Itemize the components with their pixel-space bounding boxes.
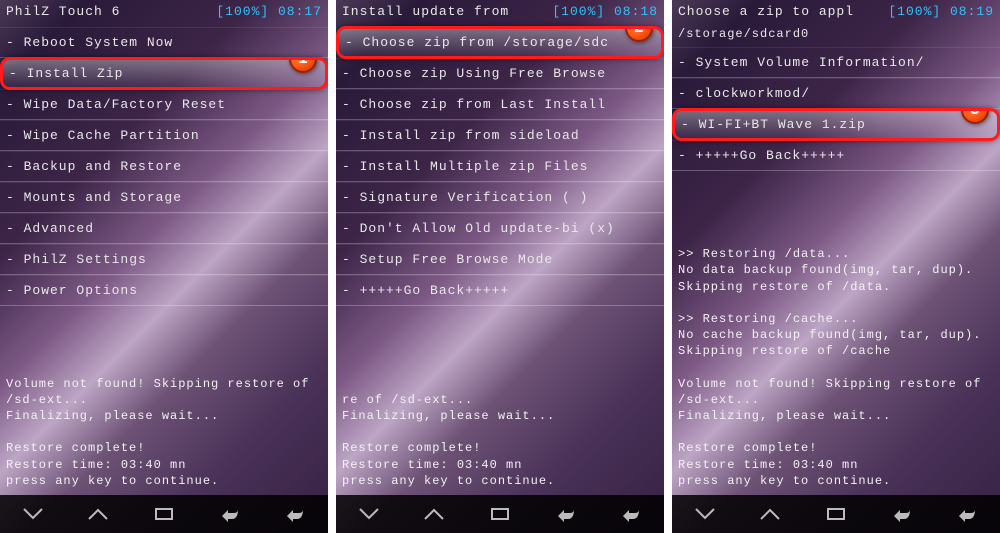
menu-item-label: - Install Zip [9,66,123,81]
screen-3: Choose a zip to appl [100%] 08:19 /stora… [672,0,1000,533]
screen-2: Install update from [100%] 08:18 2 - Cho… [336,0,664,533]
menu-item-wipe-data[interactable]: - Wipe Data/Factory Reset [0,89,328,120]
menu-item-free-browse[interactable]: - Choose zip Using Free Browse [336,58,664,89]
menu-item-power[interactable]: - Power Options [0,275,328,306]
step-badge-1: 1 [289,57,317,73]
console-log: Volume not found! Skipping restore of /s… [0,306,328,495]
menu-item-label: - WI-FI+BT Wave 1.zip [681,117,866,132]
nav-select-icon[interactable] [820,503,852,525]
nav-back2-icon[interactable] [615,503,647,525]
nav-up-icon[interactable] [754,503,786,525]
time: 08:18 [614,4,658,19]
menu-item-mounts[interactable]: - Mounts and Storage [0,182,328,213]
menu-item-go-back[interactable]: - +++++Go Back+++++ [336,275,664,306]
menu-item-go-back[interactable]: - +++++Go Back+++++ [672,140,1000,171]
nav-back-icon[interactable] [214,503,246,525]
menu-item-philz-settings[interactable]: - PhilZ Settings [0,244,328,275]
nav-back-icon[interactable] [550,503,582,525]
screen-1: PhilZ Touch 6 [100%] 08:17 - Reboot Syst… [0,0,328,533]
menu-item-sys-vol[interactable]: - System Volume Information/ [672,47,1000,78]
current-path: /storage/sdcard0 [672,27,1000,47]
console-log: >> Restoring /data... No data backup fou… [672,171,1000,495]
nav-back2-icon[interactable] [951,503,983,525]
menu-item-backup[interactable]: - Backup and Restore [0,151,328,182]
menu-item-reboot[interactable]: - Reboot System Now [0,27,328,58]
menu-item-setup-browse[interactable]: - Setup Free Browse Mode [336,244,664,275]
menu: - Reboot System Now 1 - Install Zip - Wi… [0,27,328,306]
menu-item-clockworkmod[interactable]: - clockworkmod/ [672,78,1000,109]
menu-item-choose-zip-storage[interactable]: 2 - Choose zip from /storage/sdc [336,26,664,59]
menu-item-sideload[interactable]: - Install zip from sideload [336,120,664,151]
nav-select-icon[interactable] [148,503,180,525]
time: 08:17 [278,4,322,19]
step-badge-3: 3 [961,108,989,124]
recovery-title: Install update from [342,4,509,19]
console-log: re of /sd-ext... Finalizing, please wait… [336,306,664,495]
menu-item-label: - Choose zip from /storage/sdc [345,35,609,50]
status: [100%] 08:19 [884,4,994,19]
nav-back-icon[interactable] [886,503,918,525]
menu-item-advanced[interactable]: - Advanced [0,213,328,244]
recovery-title: Choose a zip to appl [678,4,854,19]
battery: [100%] [216,4,269,19]
battery: [100%] [888,4,941,19]
nav-up-icon[interactable] [82,503,114,525]
nav-select-icon[interactable] [484,503,516,525]
nav-down-icon[interactable] [353,503,385,525]
header: PhilZ Touch 6 [100%] 08:17 [0,0,328,27]
header: Choose a zip to appl [100%] 08:19 [672,0,1000,27]
menu-item-install-zip[interactable]: 1 - Install Zip [0,57,328,90]
navbar [336,495,664,533]
nav-down-icon[interactable] [689,503,721,525]
navbar [672,495,1000,533]
menu-item-wipe-cache[interactable]: - Wipe Cache Partition [0,120,328,151]
status: [100%] 08:17 [212,4,322,19]
recovery-title: PhilZ Touch 6 [6,4,120,19]
menu-item-last-install[interactable]: - Choose zip from Last Install [336,89,664,120]
status: [100%] 08:18 [548,4,658,19]
menu-item-target-zip[interactable]: 3 - WI-FI+BT Wave 1.zip [672,108,1000,141]
navbar [0,495,328,533]
menu: 2 - Choose zip from /storage/sdc - Choos… [336,27,664,306]
menu-item-sig-verify[interactable]: - Signature Verification ( ) [336,182,664,213]
nav-up-icon[interactable] [418,503,450,525]
time: 08:19 [950,4,994,19]
menu-item-multi-zip[interactable]: - Install Multiple zip Files [336,151,664,182]
battery: [100%] [552,4,605,19]
menu: - System Volume Information/ - clockwork… [672,47,1000,171]
header: Install update from [100%] 08:18 [336,0,664,27]
menu-item-old-update[interactable]: - Don't Allow Old update-bi (x) [336,213,664,244]
step-badge-2: 2 [625,26,653,42]
nav-down-icon[interactable] [17,503,49,525]
nav-back2-icon[interactable] [279,503,311,525]
